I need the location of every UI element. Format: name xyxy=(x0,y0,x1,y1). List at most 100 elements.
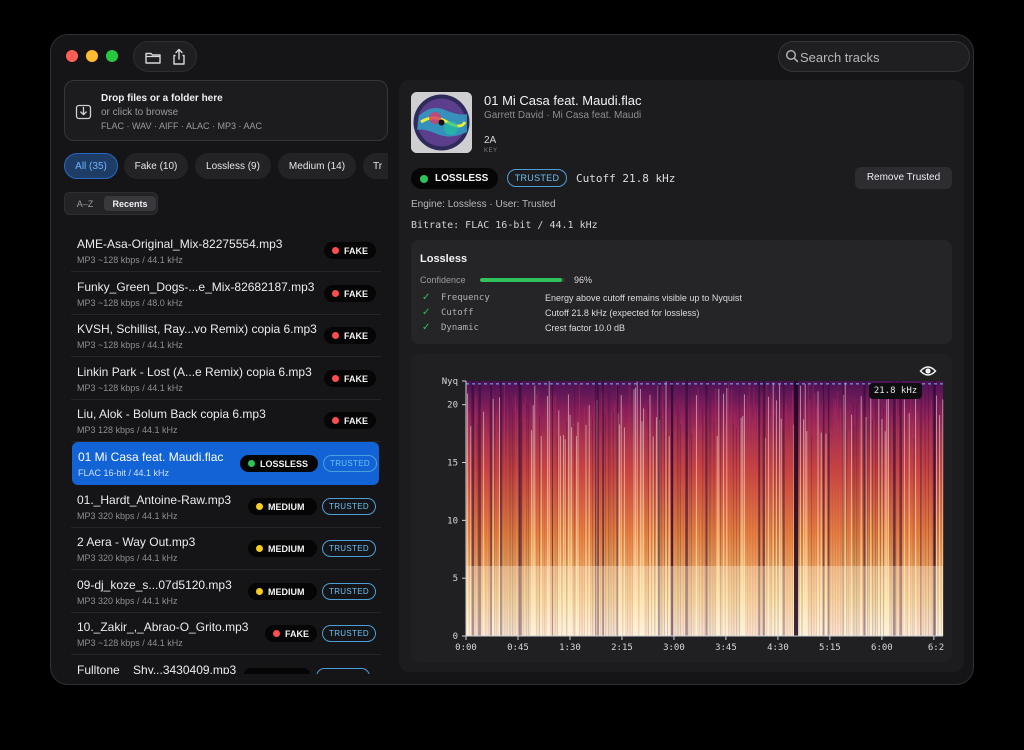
track-meta: FLAC 16-bit / 44.1 kHz xyxy=(78,468,170,478)
track-meta: MP3 ~128 kbps / 48.0 kHz xyxy=(77,297,183,308)
confidence-value: 96% xyxy=(574,275,593,285)
trusted-badge xyxy=(316,668,370,674)
verdict-dot xyxy=(420,175,428,183)
album-art xyxy=(411,92,472,153)
track-name: 01._Hardt_Antoine-Raw.mp3 xyxy=(77,492,232,507)
trusted-badge: TRUSTED xyxy=(322,582,376,600)
confidence-label: Confidence xyxy=(420,275,466,285)
track-row[interactable]: Liu, Alok - Bolum Back copia 6.mp3 MP3 12… xyxy=(71,399,381,443)
trusted-badge: TRUSTED xyxy=(322,625,376,643)
verdict-dot xyxy=(256,545,263,553)
sort-segmented-control: A–Z Recents xyxy=(64,192,158,215)
verdict-dot xyxy=(256,502,263,510)
verdict-dot xyxy=(332,289,339,297)
toolbar-group xyxy=(133,41,197,72)
track-row[interactable]: KVSH, Schillist, Ray...vo Remix) copia 6… xyxy=(71,314,381,358)
verdict-badge: FAKE xyxy=(324,327,376,345)
track-name: Linkin Park - Lost (A...e Remix) copia 6… xyxy=(77,364,312,379)
verdict-label: MEDIUM xyxy=(268,544,305,555)
track-meta: MP3 ~128 kbps / 44.1 kHz xyxy=(77,340,183,351)
drop-zone[interactable]: Drop files or a folder here or click to … xyxy=(64,80,388,141)
search-input[interactable]: Search tracks xyxy=(778,41,970,72)
verdict-label: FAKE xyxy=(344,373,369,384)
search-placeholder: Search tracks xyxy=(800,50,880,65)
key-label: KEY xyxy=(484,148,498,154)
cutoff-readout: Cutoff 21.8 kHz xyxy=(576,172,676,185)
confidence-bar xyxy=(480,278,565,282)
analysis-heading: Lossless xyxy=(420,253,468,265)
track-row[interactable]: Linkin Park - Lost (A...e Remix) copia 6… xyxy=(71,357,381,400)
track-name: AME-Asa-Original_Mix-82275554.mp3 xyxy=(77,237,283,251)
remove-trusted-button[interactable]: Remove Trusted xyxy=(855,167,952,189)
eye-icon[interactable] xyxy=(919,364,937,378)
engine-info: Engine: Lossless · User: Trusted xyxy=(411,199,556,210)
verdict-badge: MEDIUM xyxy=(248,582,317,600)
confidence-bar-fill xyxy=(480,278,562,282)
filter-trusted[interactable]: Tr xyxy=(363,153,388,179)
track-row[interactable]: 01 Mi Casa feat. Maudi.flac FLAC 16-bit /… xyxy=(72,442,379,485)
x-tick-label: 4:30 xyxy=(767,643,789,653)
check-key: Frequency xyxy=(441,293,490,303)
verdict-badge: LOSSLESS xyxy=(411,168,498,189)
y-tick-label: 10 xyxy=(447,516,458,526)
verdict-dot xyxy=(332,332,339,340)
spectrogram[interactable]: Nyq 20 15 10 5 0 0:00 0:45 1:30 2:15 3:00 3:45 4:30 5… xyxy=(411,354,952,662)
verdict-label: LOSSLESS xyxy=(435,173,489,184)
x-tick-label: 6:2 xyxy=(928,643,944,653)
y-tick-label: 15 xyxy=(447,459,458,469)
filter-all[interactable]: All (35) xyxy=(64,153,118,179)
track-row[interactable]: 2 Aera - Way Out.mp3 MP3 320 kbps / 44.1 … xyxy=(71,527,381,571)
track-row[interactable]: 01._Hardt_Antoine-Raw.mp3 MP3 320 kbps / … xyxy=(71,485,381,528)
track-meta: MP3 320 kbps / 44.1 kHz xyxy=(77,510,178,521)
trusted-badge: TRUSTED xyxy=(323,455,377,472)
verdict-dot xyxy=(332,247,339,254)
x-tick-label: 3:45 xyxy=(715,643,737,653)
verdict-label: LOSSLESS xyxy=(260,459,309,469)
verdict-label: FAKE xyxy=(344,416,369,427)
filter-lossless[interactable]: Lossless (9) xyxy=(195,153,271,179)
track-list: AME-Asa-Original_Mix-82275554.mp3 MP3 ~12… xyxy=(71,229,381,674)
track-meta: MP3 ~128 kbps / 44.1 kHz xyxy=(77,382,183,393)
share-icon[interactable] xyxy=(169,47,189,67)
track-row[interactable]: 10._Zakir_,_Abrao-O_Grito.mp3 MP3 ~128 kb… xyxy=(71,612,381,656)
title-bar: Search tracks xyxy=(51,35,973,79)
close-window-button[interactable] xyxy=(66,50,78,62)
check-frequency: ✓ Frequency Energy above cutoff remains … xyxy=(420,292,940,306)
track-meta: MP3 320 kbps / 44.1 kHz xyxy=(77,553,178,564)
bitrate-info: Bitrate: FLAC 16-bit / 44.1 kHz xyxy=(411,220,598,231)
key-value: 2A xyxy=(484,135,497,146)
track-row[interactable]: AME-Asa-Original_Mix-82275554.mp3 MP3 ~12… xyxy=(71,229,381,272)
track-name: 2 Aera - Way Out.mp3 xyxy=(77,535,196,550)
x-tick-label: 1:30 xyxy=(559,643,581,653)
x-tick-label: 0:45 xyxy=(507,643,529,653)
x-tick-label: 2:15 xyxy=(611,643,633,653)
trusted-badge: TRUSTED xyxy=(322,497,376,515)
check-value: Cutoff 21.8 kHz (expected for lossless) xyxy=(545,308,700,318)
x-tick-label: 5:15 xyxy=(819,643,841,653)
minimize-window-button[interactable] xyxy=(86,50,98,62)
track-meta: MP3 ~128 kbps / 44.1 kHz xyxy=(77,638,183,649)
x-tick-label: 6:00 xyxy=(871,643,893,653)
filter-medium[interactable]: Medium (14) xyxy=(278,153,356,179)
folder-icon[interactable] xyxy=(143,47,163,67)
sort-az[interactable]: A–Z xyxy=(68,196,102,211)
verdict-badge: FAKE xyxy=(324,284,376,302)
checkmark-icon: ✓ xyxy=(422,322,431,333)
track-title: 01 Mi Casa feat. Maudi.flac xyxy=(484,93,642,108)
track-name: Fulltone__Shy...3430409.mp3 xyxy=(77,663,237,674)
track-row[interactable]: 09-dj_koze_s...07d5120.mp3 MP3 320 kbps /… xyxy=(71,570,381,613)
filter-fake[interactable]: Fake (10) xyxy=(124,153,188,179)
track-artist: Garrett David · Mi Casa feat. Maudi xyxy=(484,110,642,121)
app-window: Search tracks Drop files or a folder her… xyxy=(50,34,974,685)
verdict-badge: FAKE xyxy=(265,625,317,643)
track-row[interactable]: Fulltone__Shy...3430409.mp3 xyxy=(71,655,381,674)
x-tick-label: 0:00 xyxy=(455,643,477,653)
sort-recents[interactable]: Recents xyxy=(104,196,156,211)
track-meta: MP3 320 kbps / 44.1 kHz xyxy=(77,595,178,606)
verdict-dot xyxy=(256,587,263,595)
spectrogram-plot: Nyq 20 15 10 5 00:00 0:45 1:30 2:15 3:00 3:45 4:30 5… xyxy=(442,377,944,653)
verdict-badge: MEDIUM xyxy=(248,540,317,558)
track-row[interactable]: Funky_Green_Dogs-...e_Mix-82682187.mp3 MP… xyxy=(71,272,381,315)
spectrogram-gap xyxy=(794,381,798,636)
zoom-window-button[interactable] xyxy=(106,50,118,62)
